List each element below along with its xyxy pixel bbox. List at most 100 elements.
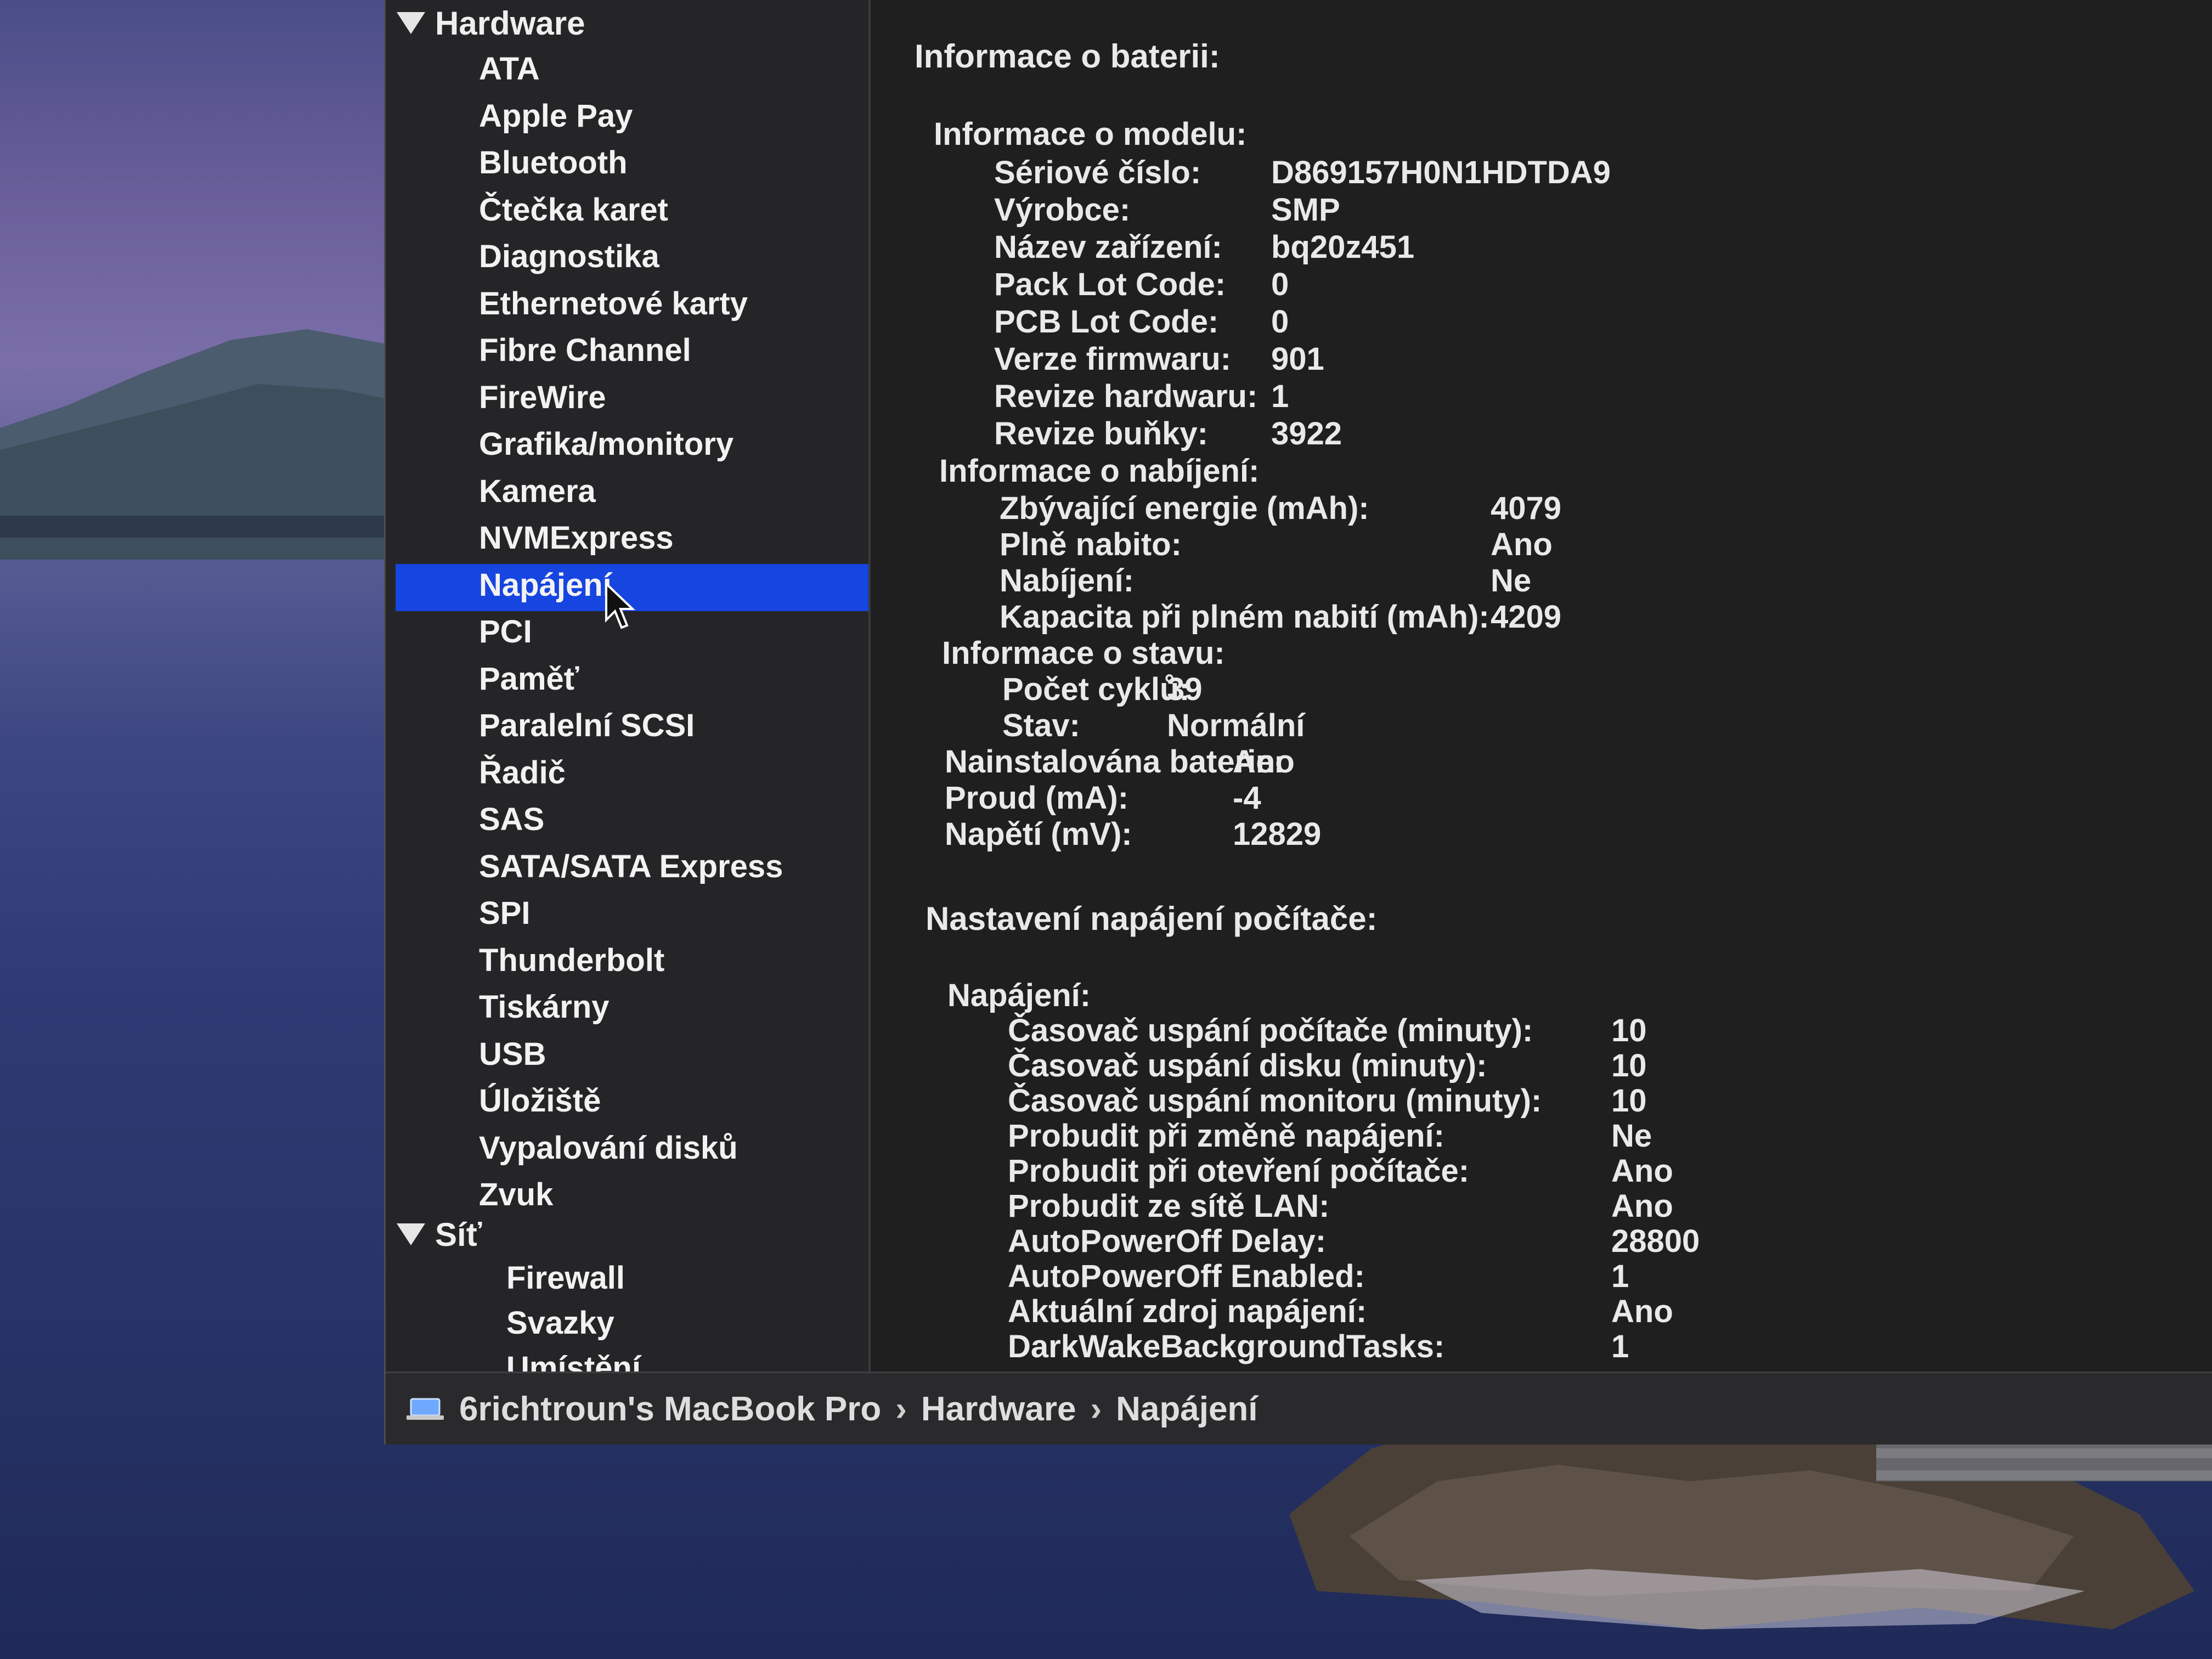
info-value: 4209: [1491, 599, 1562, 635]
info-value: 3922: [1271, 416, 1342, 452]
info-value: 0: [1271, 267, 1289, 302]
info-label: Název zařízení:: [994, 229, 1222, 265]
sidebar-item[interactable]: SPI: [479, 891, 531, 935]
info-value: Ano: [1611, 1188, 1673, 1224]
sidebar-item[interactable]: ATA: [479, 47, 540, 91]
info-value: 4079: [1491, 490, 1562, 526]
disclosure-triangle-icon[interactable]: [397, 12, 425, 34]
path-computer[interactable]: 6richtroun's MacBook Pro: [459, 1390, 881, 1429]
info-label: Napětí (mV):: [945, 816, 1132, 852]
detail-pane: Informace o baterii: Informace o modelu:…: [871, 0, 2212, 1372]
info-label: Plně nabito:: [1000, 527, 1182, 562]
info-value: Normální: [1167, 708, 1305, 743]
sidebar-item[interactable]: Diagnostika: [479, 235, 659, 279]
info-value: 1: [1611, 1329, 1629, 1364]
sidebar-item[interactable]: SATA/SATA Express: [479, 845, 783, 889]
sidebar-item[interactable]: Apple Pay: [479, 94, 633, 138]
info-label: Aktuální zdroj napájení:: [1008, 1294, 1367, 1329]
mouse-pointer-icon: [605, 582, 635, 629]
sidebar-item[interactable]: Svazky: [506, 1301, 614, 1345]
sidebar-group-hardware[interactable]: Hardware: [397, 1, 585, 45]
sidebar-item[interactable]: Úložiště: [479, 1079, 601, 1123]
sidebar-item[interactable]: Thunderbolt: [479, 939, 664, 983]
info-value: SMP: [1271, 192, 1340, 228]
sidebar-item[interactable]: Paměť: [479, 657, 579, 701]
path-section[interactable]: Hardware: [921, 1390, 1076, 1429]
section-heading: Informace o modelu:: [934, 116, 1247, 152]
sidebar-item[interactable]: Grafika/monitory: [479, 422, 733, 466]
info-value: Ano: [1611, 1294, 1673, 1329]
info-label: Proud (mA):: [945, 780, 1129, 816]
section-heading: Informace o stavu:: [942, 635, 1225, 671]
info-value: Ano: [1611, 1153, 1673, 1189]
path-separator: ›: [1090, 1390, 1102, 1428]
section-heading: Napájení:: [947, 978, 1091, 1013]
info-value: 0: [1271, 304, 1289, 340]
info-value: 10: [1611, 1083, 1647, 1119]
sidebar-group-label: Síť: [435, 1216, 482, 1253]
sidebar-item[interactable]: Napájení: [479, 563, 612, 607]
sidebar-item[interactable]: Tiskárny: [479, 985, 610, 1029]
info-value: 28800: [1611, 1223, 1700, 1259]
sidebar-item[interactable]: Bluetooth: [479, 141, 628, 185]
sidebar-item[interactable]: USB: [479, 1032, 546, 1076]
laptop-icon: [407, 1398, 444, 1420]
sidebar-item[interactable]: Zvuk: [479, 1173, 553, 1217]
info-label: Časovač uspání disku (minuty):: [1008, 1048, 1487, 1084]
section-heading: Informace o nabíjení:: [939, 453, 1260, 489]
info-label: Probudit při změně napájení:: [1008, 1118, 1444, 1154]
sidebar-item[interactable]: FireWire: [479, 376, 606, 420]
sidebar-item[interactable]: Ethernetové karty: [479, 282, 748, 326]
sidebar-item[interactable]: Řadič: [479, 751, 566, 795]
sidebar-group-label: Hardware: [435, 4, 585, 42]
info-label: Počet cyklů:: [1002, 672, 1190, 707]
power-settings-heading: Nastavení napájení počítače:: [926, 900, 1378, 937]
system-information-window: Hardware ATA Apple Pay Bluetooth Čtečka kar…: [384, 0, 2212, 1444]
battery-info-heading: Informace o baterii:: [915, 38, 1220, 75]
sidebar-item[interactable]: Vypalování disků: [479, 1126, 738, 1170]
info-label: Pack Lot Code:: [994, 267, 1226, 302]
info-value: bq20z451: [1271, 229, 1415, 265]
sidebar-item[interactable]: PCI: [479, 610, 532, 654]
info-value: Ano: [1233, 744, 1295, 780]
sidebar-item[interactable]: NVMExpress: [479, 516, 674, 560]
info-value: -4: [1233, 780, 1261, 816]
info-value: 1: [1271, 379, 1289, 414]
info-label: Probudit při otevření počítače:: [1008, 1153, 1470, 1189]
sidebar-item[interactable]: Firewall: [506, 1256, 625, 1300]
disclosure-triangle-icon[interactable]: [397, 1223, 425, 1245]
info-label: Verze firmwaru:: [994, 341, 1231, 377]
info-label: Kapacita při plném nabití (mAh):: [1000, 599, 1489, 635]
path-bar: 6richtroun's MacBook Pro › Hardware › Na…: [386, 1372, 2212, 1444]
sidebar-group-network[interactable]: Síť: [397, 1212, 482, 1256]
wallpaper-mountain: [0, 329, 395, 560]
sidebar-item[interactable]: SAS: [479, 798, 544, 842]
info-value: 39: [1167, 672, 1203, 707]
info-label: Stav:: [1002, 708, 1080, 743]
sidebar-item[interactable]: Čtečka karet: [479, 188, 668, 232]
info-label: AutoPowerOff Enabled:: [1008, 1259, 1365, 1294]
info-value: Ano: [1491, 527, 1553, 562]
info-label: Časovač uspání monitoru (minuty):: [1008, 1083, 1542, 1119]
path-page[interactable]: Napájení: [1116, 1390, 1257, 1429]
info-label: Zbývající energie (mAh):: [1000, 490, 1369, 526]
sidebar-item[interactable]: Kamera: [479, 470, 596, 514]
info-value: 10: [1611, 1013, 1647, 1048]
info-label: Probudit ze sítě LAN:: [1008, 1188, 1330, 1224]
info-label: AutoPowerOff Delay:: [1008, 1223, 1327, 1259]
sidebar-item[interactable]: Paralelní SCSI: [479, 704, 695, 748]
info-label: PCB Lot Code:: [994, 304, 1219, 340]
info-value: Ne: [1491, 563, 1532, 599]
info-label: Výrobce:: [994, 192, 1131, 228]
path-separator: ›: [895, 1390, 907, 1428]
info-value: 901: [1271, 341, 1324, 377]
sidebar-item[interactable]: Fibre Channel: [479, 329, 691, 373]
info-label: Nabíjení:: [1000, 563, 1134, 599]
info-value: D869157H0N1HDTDA9: [1271, 155, 1611, 190]
info-label: Revize buňky:: [994, 416, 1208, 452]
info-value: 1: [1611, 1259, 1629, 1294]
info-label: Časovač uspání počítače (minuty):: [1008, 1013, 1533, 1048]
info-label: Sériové číslo:: [994, 155, 1201, 190]
info-value: 12829: [1233, 816, 1322, 852]
info-value: 10: [1611, 1048, 1647, 1084]
